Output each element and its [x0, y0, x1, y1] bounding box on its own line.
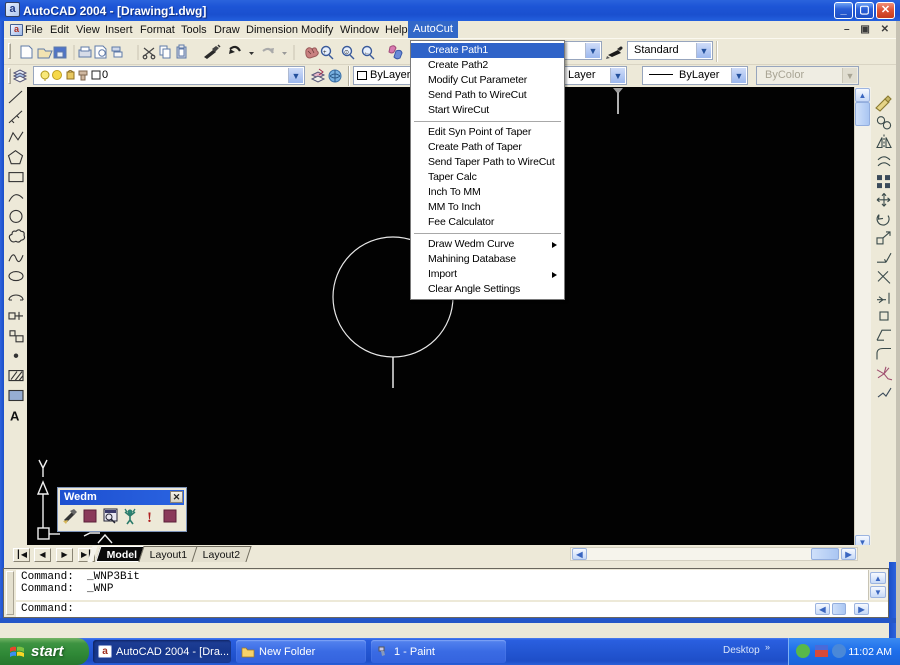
svg-text:⊙: ⊙: [344, 50, 349, 56]
svg-text:+: +: [323, 50, 327, 56]
svg-text:A: A: [10, 408, 20, 423]
svg-text:←: ←: [364, 50, 370, 56]
svg-text:!: !: [147, 510, 152, 525]
